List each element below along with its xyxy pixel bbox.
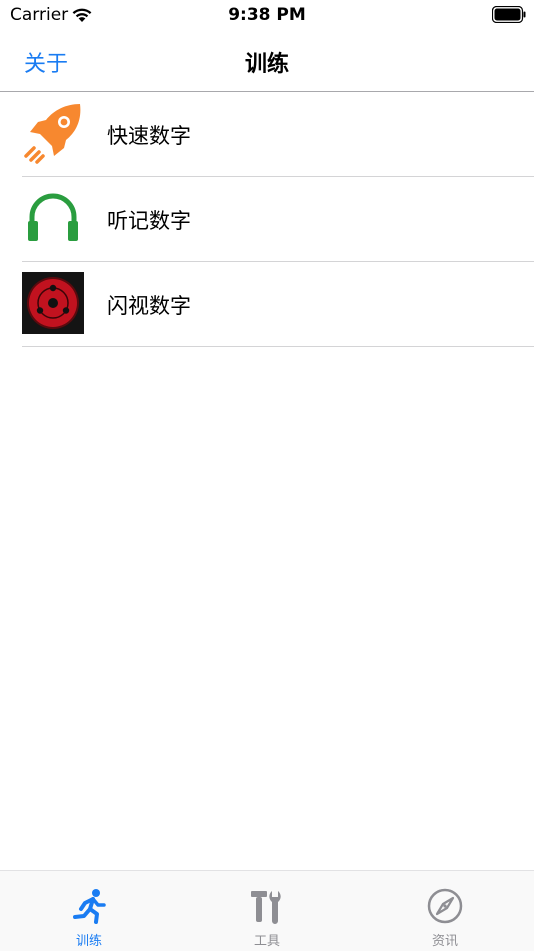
row-divider — [22, 346, 534, 347]
compass-icon — [427, 888, 463, 924]
tab-news[interactable]: 资讯 — [356, 871, 534, 951]
tab-label: 资讯 — [431, 934, 458, 949]
navigation-bar: 关于 训练 — [0, 30, 534, 92]
tools-icon — [251, 891, 281, 924]
tab-label: 训练 — [75, 934, 102, 949]
list-item-label: 闪视数字 — [107, 294, 191, 318]
list-item-label: 快速数字 — [107, 124, 191, 148]
tab-training[interactable]: 训练 — [0, 871, 178, 951]
status-bar: Carrier 9:38 PM — [0, 0, 534, 30]
list-item-quick-numbers[interactable]: 快速数字 — [0, 92, 534, 177]
headphones-icon — [28, 193, 78, 241]
list-item-label: 听记数字 — [107, 209, 191, 233]
sharingan-eye-icon — [22, 272, 84, 334]
rocket-icon — [24, 104, 81, 164]
tab-label: 工具 — [253, 934, 280, 949]
status-time: 9:38 PM — [228, 5, 306, 25]
page-title: 训练 — [244, 52, 289, 77]
list-item-listen-numbers[interactable]: 听记数字 — [0, 177, 534, 262]
training-list: 快速数字 听记数字 闪视数字 — [0, 92, 534, 347]
list-item-flash-numbers[interactable]: 闪视数字 — [0, 262, 534, 347]
tab-bar: 训练 工具 资讯 — [0, 870, 534, 951]
battery-icon — [492, 6, 526, 23]
tab-tools[interactable]: 工具 — [178, 871, 356, 951]
running-person-icon — [73, 889, 106, 924]
